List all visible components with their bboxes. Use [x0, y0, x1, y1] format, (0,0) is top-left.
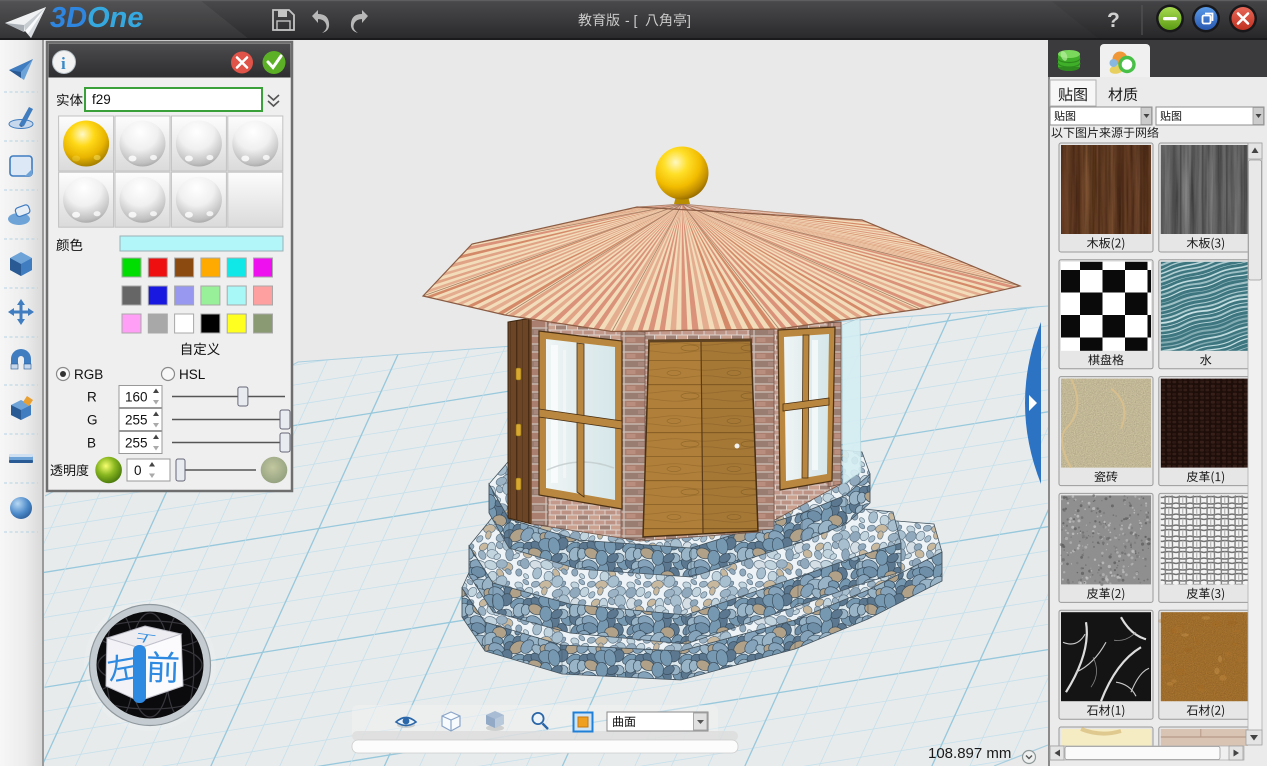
- svg-text:f29: f29: [92, 92, 111, 107]
- svg-text:R: R: [87, 390, 97, 405]
- svg-text:- [: - [: [625, 12, 638, 28]
- svg-text:255: 255: [125, 436, 148, 451]
- svg-text:RGB: RGB: [74, 367, 103, 382]
- svg-text:G: G: [87, 413, 98, 428]
- svg-text:]: ]: [687, 12, 691, 28]
- svg-text:B: B: [87, 436, 96, 451]
- svg-text:255: 255: [125, 413, 148, 428]
- svg-text:i: i: [61, 54, 66, 73]
- svg-text:0: 0: [134, 463, 142, 478]
- svg-text:?: ?: [1107, 9, 1120, 32]
- svg-text:HSL: HSL: [179, 367, 206, 382]
- svg-text:160: 160: [125, 390, 148, 405]
